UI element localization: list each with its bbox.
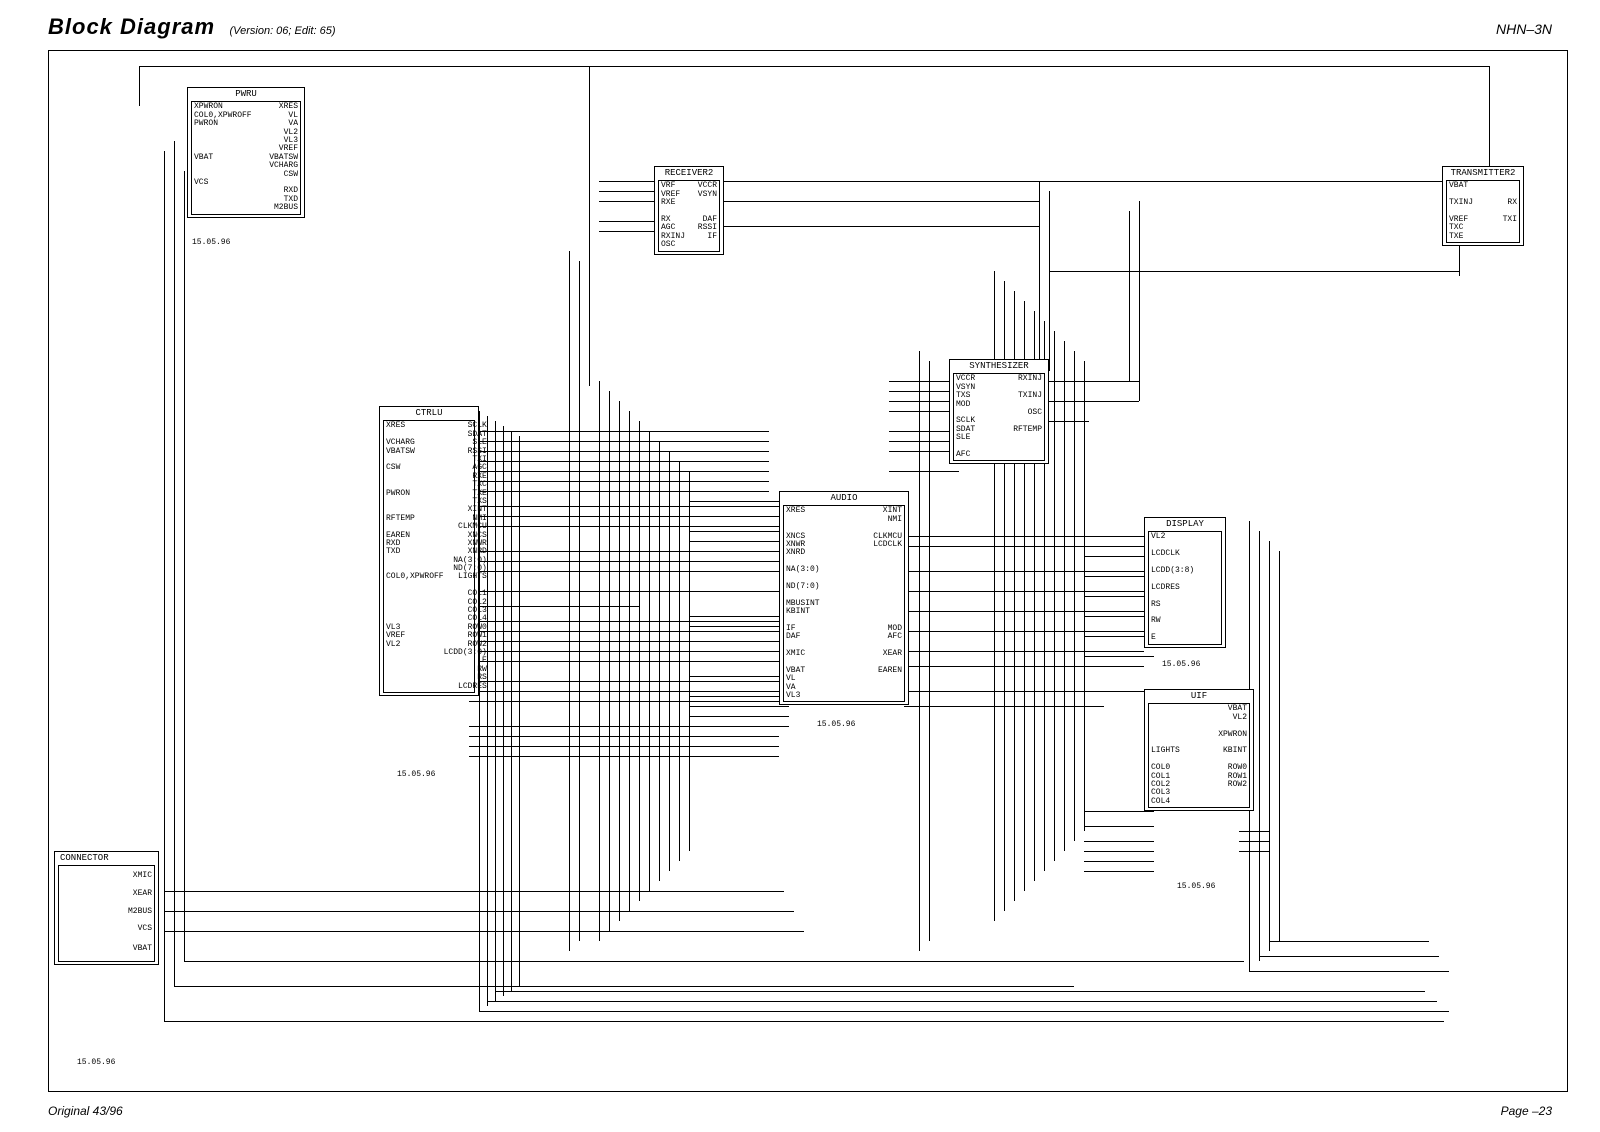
block-transmitter2-title: TRANSMITTER2 bbox=[1446, 169, 1520, 179]
block-pwru: PWRU XPWRON COL0,XPWROFF PWRON VBAT VCS … bbox=[187, 87, 305, 218]
receiver2-right-signals: VCCR VSYN DAF RSSI IF bbox=[698, 182, 717, 249]
block-connector-title: CONNECTOR bbox=[58, 854, 155, 864]
block-uif: UIF LIGHTS COL0 COL1 COL2 COL3 COL4 VBAT… bbox=[1144, 689, 1254, 811]
date-connector: 15.05.96 bbox=[77, 1059, 115, 1067]
date-pwru: 15.05.96 bbox=[192, 239, 230, 247]
footer-left: Original 43/96 bbox=[48, 1104, 123, 1118]
date-audio: 15.05.96 bbox=[817, 721, 855, 729]
block-receiver2-title: RECEIVER2 bbox=[658, 169, 720, 179]
block-ctrlu-title: CTRLU bbox=[383, 409, 475, 419]
block-uif-title: UIF bbox=[1148, 692, 1250, 702]
receiver2-left-signals: VRF VREF RXE RX AGC RXINJ OSC bbox=[661, 182, 685, 249]
block-pwru-title: PWRU bbox=[191, 90, 301, 100]
audio-left-signals: XRES XNCS XNWR XNRD NA(3:0) ND(7:0) MBUS… bbox=[786, 507, 820, 700]
date-ctrlu: 15.05.96 bbox=[397, 771, 435, 779]
connector-label-4: VBAT bbox=[61, 938, 152, 960]
block-display-title: DISPLAY bbox=[1148, 520, 1222, 530]
footer-right: Page –23 bbox=[1501, 1104, 1552, 1118]
connector-label-0: XMIC bbox=[61, 867, 152, 885]
block-receiver2: RECEIVER2 VRF VREF RXE RX AGC RXINJ OSC … bbox=[654, 166, 724, 255]
pwru-left-signals: XPWRON COL0,XPWROFF PWRON VBAT VCS bbox=[194, 103, 252, 212]
page-title: Block Diagram bbox=[48, 14, 215, 39]
uif-right-signals: VBAT VL2 XPWRON KBINT ROW0 ROW1 ROW2 bbox=[1218, 705, 1247, 806]
connector-label-1: XEAR bbox=[61, 885, 152, 903]
uif-left-signals: LIGHTS COL0 COL1 COL2 COL3 COL4 bbox=[1151, 705, 1180, 806]
connector-label-3: VCS bbox=[61, 920, 152, 938]
block-audio-title: AUDIO bbox=[783, 494, 905, 504]
ctrlu-right-signals: SCLK SDAT SLE RSSI TXI AGC RXE TXC TXE T… bbox=[444, 422, 487, 691]
block-audio: AUDIO XRES XNCS XNWR XNRD NA(3:0) ND(7:0… bbox=[779, 491, 909, 705]
transmitter2-left-signals: VBAT TXINJ VREF TXC TXE bbox=[1449, 182, 1473, 241]
synthesizer-left-signals: VCCR VSYN TXS MOD SCLK SDAT SLE AFC bbox=[956, 375, 975, 459]
ctrlu-left-signals: XRES VCHARG VBATSW CSW PWRON RFTEMP EARE… bbox=[386, 422, 444, 691]
part-number: NHN–3N bbox=[1496, 21, 1552, 37]
pwru-right-signals: XRES VL VA VL2 VL3 VREF VBATSW VCHARG CS… bbox=[269, 103, 298, 212]
version-label: (Version: 06; Edit: 65) bbox=[230, 25, 336, 37]
block-ctrlu: CTRLU XRES VCHARG VBATSW CSW PWRON RFTEM… bbox=[379, 406, 479, 696]
date-display: 15.05.96 bbox=[1162, 661, 1200, 669]
audio-right-signals: XINT NMI CLKMCU LCDCLK MOD AFC XEAR EARE… bbox=[873, 507, 902, 700]
block-synthesizer: SYNTHESIZER VCCR VSYN TXS MOD SCLK SDAT … bbox=[949, 359, 1049, 464]
block-connector: CONNECTOR XMIC XEAR M2BUS VCS VBAT bbox=[54, 851, 159, 965]
display-left-signals: VL2 LCDCLK LCDD(3:8) LCDRES RS RW E bbox=[1151, 533, 1219, 642]
transmitter2-right-signals: RX TXI bbox=[1503, 182, 1517, 241]
block-synthesizer-title: SYNTHESIZER bbox=[953, 362, 1045, 372]
block-display: DISPLAY VL2 LCDCLK LCDD(3:8) LCDRES RS R… bbox=[1144, 517, 1226, 648]
block-transmitter2: TRANSMITTER2 VBAT TXINJ VREF TXC TXE RX … bbox=[1442, 166, 1524, 246]
diagram-canvas: PWRU XPWRON COL0,XPWROFF PWRON VBAT VCS … bbox=[48, 50, 1568, 1092]
connector-label-2: M2BUS bbox=[61, 903, 152, 921]
date-uif: 15.05.96 bbox=[1177, 883, 1215, 891]
synthesizer-right-signals: RXINJ TXINJ OSC RFTEMP bbox=[1013, 375, 1042, 459]
